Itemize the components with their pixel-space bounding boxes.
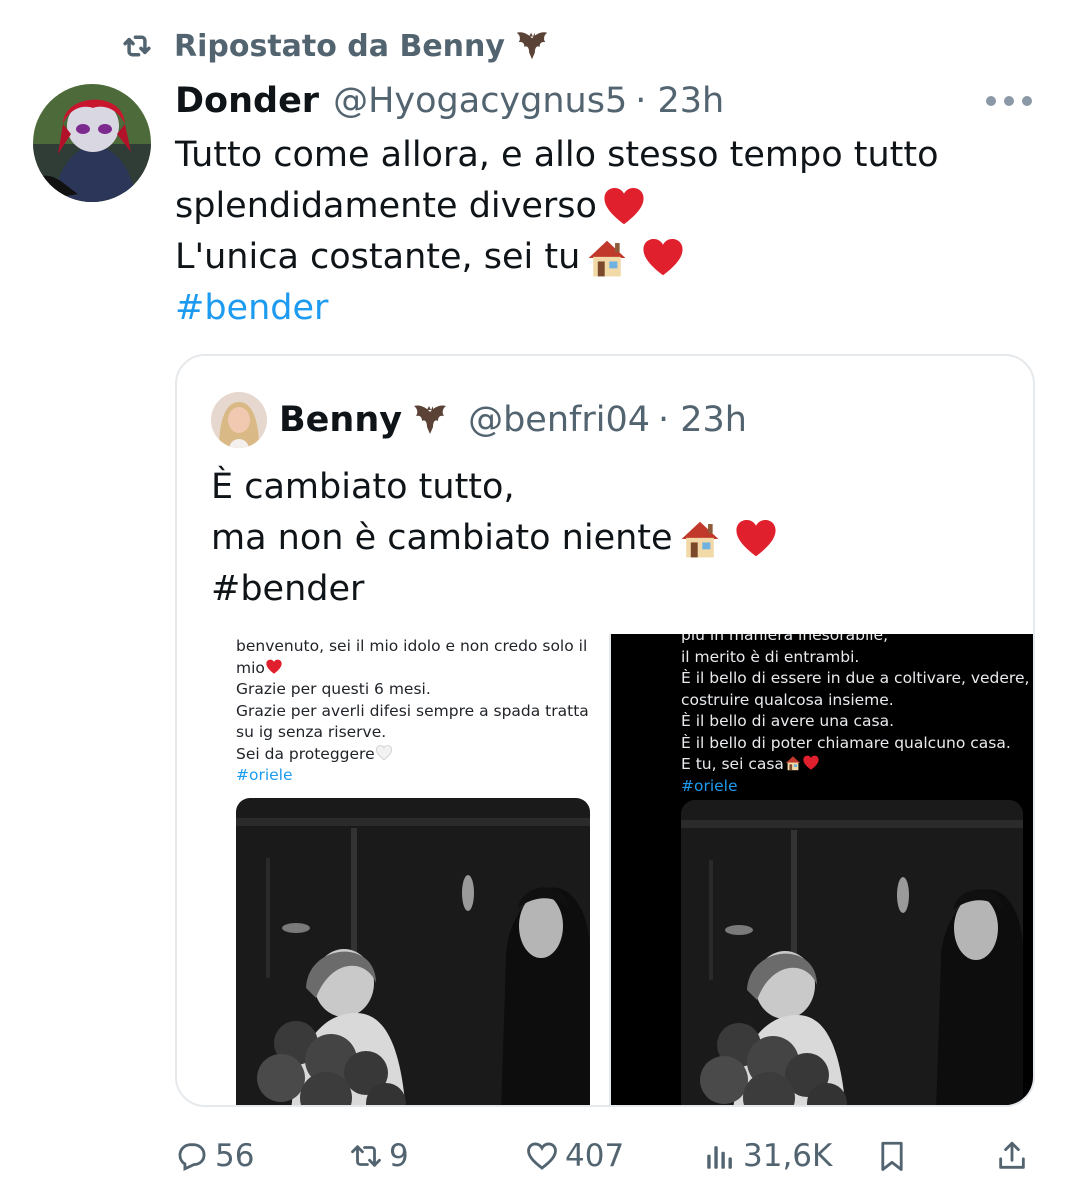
repost-icon [351,1145,381,1167]
hashtag-link[interactable]: #bender [175,283,328,334]
views-icon [707,1146,732,1169]
repost-button[interactable]: 9 [349,1128,409,1184]
red-heart-icon [266,659,282,674]
quote-media[interactable]: benvenuto, sei il mio idolo e non credo … [177,634,1033,1105]
repost-label[interactable]: Ripostato da Benny [174,29,505,64]
views-count: 31,6K [743,1138,833,1174]
author-name[interactable]: Donder [175,81,319,121]
quote-line: È cambiato tutto, [211,467,515,507]
repost-indicator[interactable]: Ripostato da Benny [118,24,569,68]
reply-icon [178,1143,206,1171]
share-icon [999,1141,1025,1169]
quote-author-avatar[interactable] [211,392,267,448]
white-heart-icon [375,744,392,760]
quote-time[interactable]: · 23h [658,400,747,440]
red-heart-icon [643,238,683,275]
quote-text: È cambiato tutto, ma non è cambiato nien… [211,462,1011,615]
bookmark-button[interactable] [875,1128,915,1184]
like-count: 407 [565,1138,625,1174]
tweet-line: L'unica costante, sei tu [175,237,581,277]
bat-emoji-icon [516,32,548,60]
quote-author-name[interactable]: Benny [279,400,402,440]
quoted-tweet[interactable]: Benny @benfri04 · 23h È cambiato tutto, … [175,354,1035,1107]
media-image-right[interactable]: più in maniera inesorabile, il merito è … [611,634,1033,1105]
action-bar: 56 9 407 31,6K [175,1128,1035,1184]
media-image-left[interactable]: benvenuto, sei il mio idolo e non credo … [177,634,611,1105]
views-button[interactable]: 31,6K [703,1128,832,1184]
tweet-header: Donder @Hyogacygnus5 · 23h [175,78,724,124]
heart-outline-icon [527,1142,557,1170]
author-avatar[interactable] [33,84,151,202]
quote-header: Benny @benfri04 · 23h [279,394,747,446]
tweet-line: Tutto come allora, e allo stesso tempo t… [175,135,939,175]
tweet-line: splendidamente diverso [175,186,597,226]
media-left-text: benvenuto, sei il mio idolo e non credo … [236,637,589,784]
quote-hashtag[interactable]: #bender [211,564,364,615]
avatar-image [33,84,151,202]
red-heart-icon [604,187,644,224]
house-icon [681,521,718,557]
more-options-icon[interactable] [986,86,1032,116]
repost-count: 9 [389,1138,409,1174]
reply-button[interactable]: 56 [175,1128,254,1184]
author-handle[interactable]: @Hyogacygnus5 [333,81,627,121]
house-icon [588,240,626,276]
quote-line: ma non è cambiato niente [211,518,673,558]
tweet-text: Tutto come allora, e allo stesso tempo t… [175,130,1035,334]
couple-photo [681,800,1023,1105]
avatar-image [211,392,267,448]
like-button[interactable]: 407 [525,1128,624,1184]
house-icon [785,756,801,771]
repost-icon [123,35,151,57]
red-heart-icon [803,755,819,770]
share-button[interactable] [995,1128,1035,1184]
media-right-text: più in maniera inesorabile, il merito è … [681,634,1030,795]
bookmark-icon [881,1141,903,1171]
quote-author-handle[interactable]: @benfri04 [468,400,650,440]
reply-count: 56 [215,1138,255,1174]
red-heart-icon [735,519,776,556]
bat-emoji-icon [414,405,447,434]
couple-photo [236,798,590,1105]
tweet-time[interactable]: · 23h [635,81,724,121]
